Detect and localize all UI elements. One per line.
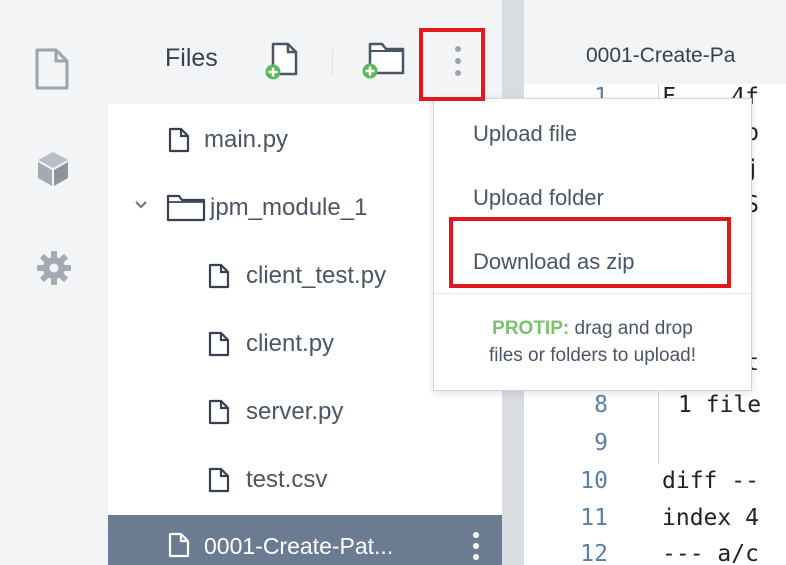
editor-tab[interactable]: 0001-Create-Pa [586, 44, 735, 68]
file-icon [168, 127, 190, 158]
editor-tab-bar: 0001-Create-Pa [524, 0, 786, 84]
more-options-button[interactable] [450, 42, 466, 85]
file-icon[interactable] [34, 47, 70, 96]
menu-item-upload-folder[interactable]: Upload folder [434, 167, 751, 227]
new-file-button[interactable] [264, 42, 302, 85]
header-separator [332, 50, 333, 76]
menu-item-upload-file[interactable]: Upload file [434, 103, 751, 163]
activity-rail [0, 0, 108, 565]
files-options-menu: Upload file Upload folder Download as zi… [433, 98, 752, 391]
more-vertical-icon[interactable] [470, 529, 482, 565]
protip-label: PROTIP: [492, 318, 570, 339]
protip-line1: drag and drop [574, 318, 693, 339]
file-icon [208, 263, 230, 294]
tree-item-label: main.py [204, 126, 289, 153]
cube-icon[interactable] [36, 150, 70, 193]
menu-separator [434, 293, 751, 294]
tree-item-label: client_test.py [246, 262, 387, 289]
tree-item-label: jpm_module_1 [210, 194, 368, 221]
code-line: 11 index 4 [580, 505, 759, 531]
tree-item-server-py[interactable]: server.py [108, 382, 502, 442]
protip-line2: files or folders to upload! [488, 345, 696, 366]
tree-item-label: server.py [246, 398, 344, 425]
tree-item-label: client.py [246, 330, 335, 357]
new-folder-button[interactable] [360, 40, 406, 85]
gear-icon[interactable] [36, 250, 72, 291]
tree-item-test-csv[interactable]: test.csv [108, 450, 502, 510]
tree-item-label: 0001-Create-Pat... [204, 533, 394, 559]
protip-text: PROTIP: drag and drop files or folders t… [434, 315, 751, 369]
file-icon [208, 399, 230, 430]
code-line: 10 diff -- [580, 468, 759, 494]
files-header: Files [108, 0, 502, 104]
code-line: 81 file [594, 392, 762, 418]
tree-item-label: test.csv [246, 466, 328, 493]
files-title: Files [165, 44, 218, 72]
code-line: 9 [594, 430, 608, 456]
file-icon [168, 532, 190, 563]
tree-item-patch-file[interactable]: 0001-Create-Pat... [108, 515, 502, 565]
menu-item-download-zip[interactable]: Download as zip [434, 231, 751, 291]
file-icon [208, 331, 230, 362]
code-line: 12 --- a/c [580, 541, 759, 565]
folder-icon [166, 194, 206, 227]
file-icon [208, 467, 230, 498]
chevron-down-icon[interactable] [134, 198, 148, 217]
